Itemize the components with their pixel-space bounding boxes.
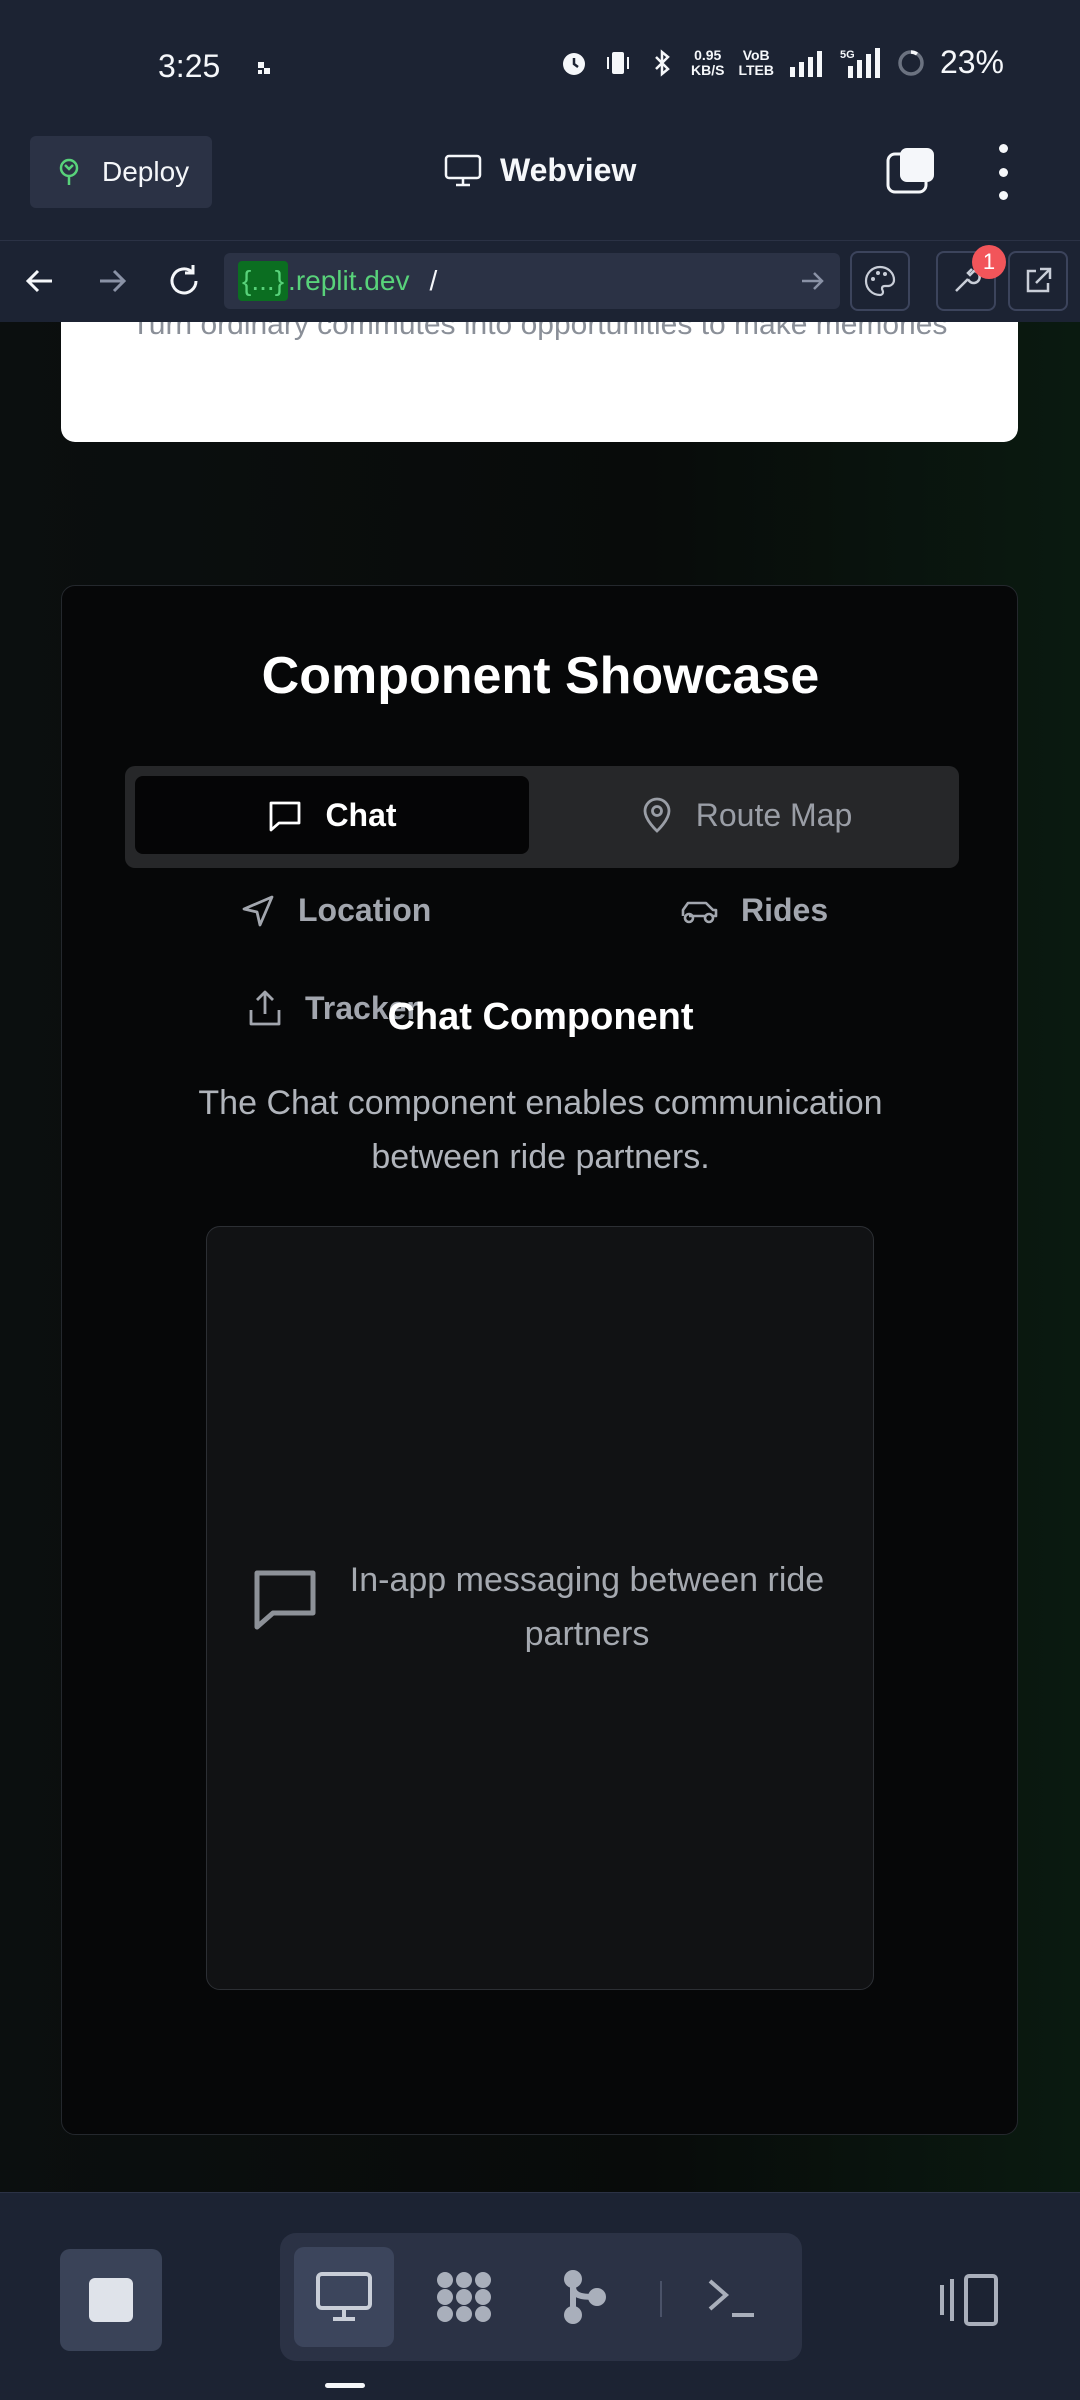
separator — [660, 2281, 662, 2317]
signal-icon — [789, 50, 822, 77]
component-showcase: Component Showcase Chat Route Map Locati… — [61, 585, 1018, 2135]
bottom-toolbar — [0, 2192, 1080, 2400]
tab-list: Chat Route Map — [125, 766, 959, 868]
git-branch-icon — [564, 2270, 606, 2324]
reload-icon[interactable] — [162, 259, 206, 303]
message-square-icon — [254, 1570, 316, 1630]
home-indicator — [325, 2383, 365, 2388]
vibrate-icon — [606, 51, 629, 74]
stop-icon — [89, 2278, 133, 2322]
bluetooth-icon — [655, 48, 670, 77]
url-domain: .replit.dev — [288, 265, 410, 296]
battery-percent: 23% — [939, 44, 1004, 80]
deploy-label: Deploy — [102, 156, 190, 187]
agent-icon — [437, 2272, 491, 2322]
webview-content: Turn ordinary commutes into opportunitie… — [0, 322, 1080, 2192]
component-description: The Chat component enables communication… — [198, 1084, 883, 1176]
message-square-icon — [270, 801, 301, 832]
status-bar: 3:25 0.95 KB/S VoB LTEB 5G 23% — [0, 0, 1080, 130]
navigation-icon — [242, 895, 274, 926]
stop-button[interactable] — [60, 2249, 162, 2351]
status-time: 3:25 — [158, 48, 221, 84]
alarm-icon — [562, 52, 585, 75]
palette-icon — [864, 265, 896, 297]
notification-badge: 1 — [972, 245, 1006, 279]
terminal-icon — [708, 2279, 754, 2317]
monitor-icon — [316, 2272, 372, 2321]
notification-dot-icon — [258, 62, 270, 74]
battery-icon — [898, 49, 924, 76]
tabs-icon[interactable] — [886, 146, 936, 196]
panels-icon[interactable] — [938, 2273, 1000, 2327]
tab-chat[interactable]: Chat — [135, 776, 529, 854]
theme-palette-button[interactable] — [850, 251, 910, 311]
tab-route-map-label: Route Map — [695, 796, 853, 833]
tab-location-label: Location — [298, 892, 432, 928]
app-bar: Deploy Webview — [0, 130, 1080, 240]
feature-card: Turn ordinary commutes into opportunitie… — [61, 322, 1018, 442]
map-pin-icon — [643, 797, 671, 833]
back-arrow-icon[interactable] — [18, 259, 62, 303]
deploy-icon — [59, 158, 79, 185]
url-input[interactable]: {...} .replit.dev / — [224, 253, 840, 309]
tab-rides[interactable]: Rides — [679, 892, 828, 929]
signal-5g-icon: 5G — [840, 47, 880, 78]
url-path: / — [429, 265, 438, 296]
devtools-button[interactable]: 1 — [936, 245, 1006, 311]
tab-rides-label: Rides — [741, 892, 829, 928]
more-options-icon[interactable] — [988, 144, 1018, 200]
deploy-button[interactable]: Deploy — [30, 136, 212, 208]
webview-title-label: Webview — [500, 152, 637, 188]
chat-demo-text: In-app messaging between ride partners — [349, 1561, 825, 1653]
monitor-icon — [444, 154, 482, 186]
external-link-icon — [1026, 267, 1052, 293]
tab-chat-label: Chat — [325, 796, 397, 833]
webview-title[interactable]: Webview — [444, 152, 636, 189]
shell-tool-button[interactable] — [682, 2247, 782, 2347]
car-icon — [681, 901, 718, 923]
feature-card-text: Turn ordinary commutes into opportunitie… — [131, 322, 948, 341]
showcase-title: Component Showcase — [261, 647, 820, 705]
url-bar: {...} .replit.dev / 1 — [0, 240, 1080, 322]
svg-text:5G: 5G — [840, 49, 855, 61]
tab-location[interactable]: Location — [240, 892, 431, 929]
volte-indicator: VoB LTEB — [738, 46, 774, 78]
status-icons: 0.95 KB/S VoB LTEB 5G 23% — [559, 44, 1004, 81]
chat-demo-panel: In-app messaging between ride partners — [206, 1226, 874, 1990]
url-badge: {...} — [238, 261, 289, 301]
tab-route-map[interactable]: Route Map — [543, 776, 949, 854]
webview-tool-button[interactable] — [294, 2247, 394, 2347]
forward-arrow-icon[interactable] — [90, 259, 134, 303]
net-speed: 0.95 KB/S — [690, 46, 725, 78]
component-title: Chat Component — [387, 996, 694, 1038]
git-tool-button[interactable] — [534, 2247, 634, 2347]
go-arrow-icon[interactable] — [798, 267, 826, 295]
tool-group — [280, 2233, 802, 2361]
agent-tool-button[interactable] — [414, 2247, 514, 2347]
open-external-button[interactable] — [1008, 251, 1068, 311]
